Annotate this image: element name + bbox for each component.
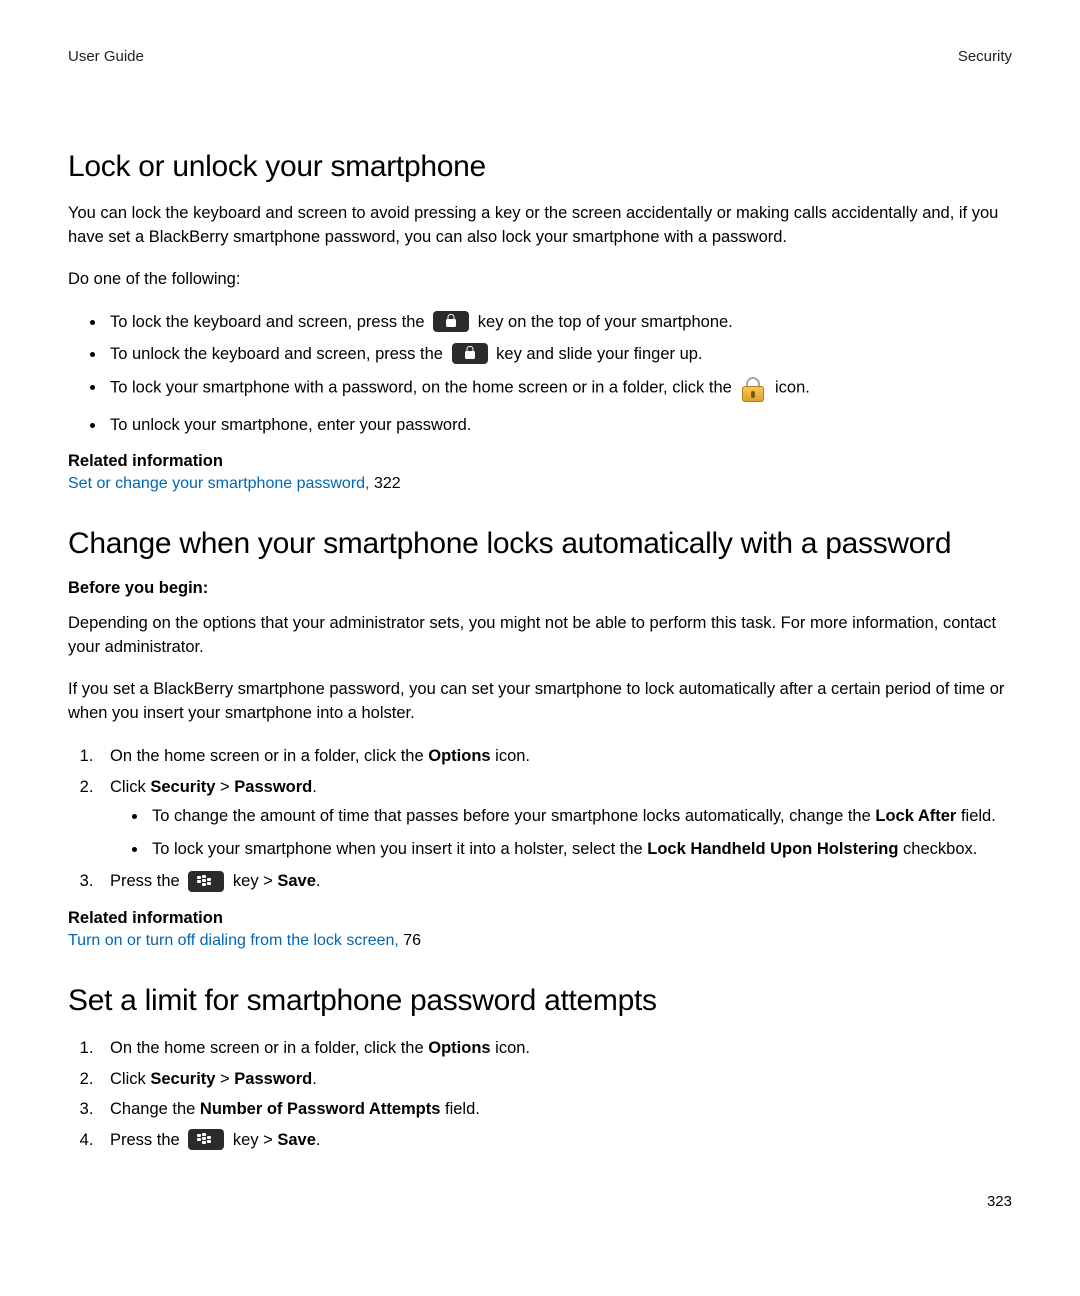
text: Change the [110, 1100, 200, 1118]
text: To lock the keyboard and screen, press t… [110, 313, 429, 331]
list-item: To lock your smartphone when you insert … [148, 837, 1012, 863]
text: checkbox. [898, 840, 977, 858]
page-number: 323 [68, 1193, 1012, 1210]
page: User Guide Security Lock or unlock your … [0, 0, 1080, 1250]
list-item: On the home screen or in a folder, click… [98, 744, 1012, 770]
blackberry-key-icon [188, 1129, 224, 1150]
page-header: User Guide Security [68, 48, 1012, 65]
list-item: To lock the keyboard and screen, press t… [106, 310, 1012, 336]
sub-list: To change the amount of time that passes… [110, 804, 1012, 862]
text: . [312, 778, 317, 796]
bold-text: Number of Password Attempts [200, 1100, 441, 1118]
text: On the home screen or in a folder, click… [110, 1039, 428, 1057]
header-right: Security [958, 48, 1012, 65]
text: key on the top of your smartphone. [478, 313, 733, 331]
heading-password-attempts: Set a limit for smartphone password atte… [68, 984, 1012, 1018]
intro-paragraph: You can lock the keyboard and screen to … [68, 202, 1012, 250]
bold-text: Security [150, 778, 215, 796]
heading-auto-lock: Change when your smartphone locks automa… [68, 527, 1012, 561]
bold-text: Lock After [875, 807, 956, 825]
list-item: Click Security > Password. [98, 1067, 1012, 1093]
text: icon. [775, 378, 810, 396]
related-page: 76 [399, 932, 421, 949]
bold-text: Options [428, 1039, 490, 1057]
related-line: Turn on or turn off dialing from the loc… [68, 932, 1012, 950]
related-label: Related information [68, 452, 1012, 471]
text: icon. [491, 1039, 530, 1057]
heading-lock-unlock: Lock or unlock your smartphone [68, 150, 1012, 184]
text: Press the [110, 872, 184, 890]
bold-text: Password [234, 778, 312, 796]
list-item: Press the key > Save. [98, 1128, 1012, 1154]
list-item: Change the Number of Password Attempts f… [98, 1097, 1012, 1123]
text: To lock your smartphone when you insert … [152, 840, 647, 858]
related-link[interactable]: Turn on or turn off dialing from the loc… [68, 932, 399, 949]
text: > [215, 778, 234, 796]
related-page: 322 [370, 475, 401, 492]
bold-text: Options [428, 747, 490, 765]
bold-text: Security [150, 1070, 215, 1088]
blackberry-key-icon [188, 871, 224, 892]
related-line: Set or change your smartphone password, … [68, 475, 1012, 493]
text: key and slide your finger up. [496, 345, 702, 363]
text: . [316, 872, 321, 890]
text: Press the [110, 1131, 184, 1149]
lock-unlock-list: To lock the keyboard and screen, press t… [68, 310, 1012, 439]
list-item: To unlock the keyboard and screen, press… [106, 342, 1012, 368]
list-item: To lock your smartphone with a password,… [106, 375, 1012, 401]
text: key > [233, 872, 277, 890]
bold-text: Lock Handheld Upon Holstering [647, 840, 898, 858]
bold-text: Save [277, 1131, 316, 1149]
related-info: Related information Turn on or turn off … [68, 909, 1012, 950]
list-item: Click Security > Password. To change the… [98, 775, 1012, 863]
text: To lock your smartphone with a password,… [110, 378, 736, 396]
text: . [312, 1070, 317, 1088]
auto-lock-steps: On the home screen or in a folder, click… [68, 744, 1012, 895]
list-item: Press the key > Save. [98, 869, 1012, 895]
text: Click [110, 778, 150, 796]
paragraph: If you set a BlackBerry smartphone passw… [68, 678, 1012, 726]
lock-key-icon [452, 343, 488, 364]
bold-text: Password [234, 1070, 312, 1088]
text: > [215, 1070, 234, 1088]
text: To unlock the keyboard and screen, press… [110, 345, 448, 363]
paragraph: Depending on the options that your admin… [68, 612, 1012, 660]
header-left: User Guide [68, 48, 144, 65]
lead-text: Do one of the following: [68, 268, 1012, 292]
padlock-icon [740, 377, 766, 403]
text: key > [233, 1131, 277, 1149]
related-info: Related information Set or change your s… [68, 452, 1012, 493]
text: field. [440, 1100, 479, 1118]
lock-key-icon [433, 311, 469, 332]
related-link[interactable]: Set or change your smartphone password, [68, 475, 370, 492]
text: To change the amount of time that passes… [152, 807, 875, 825]
text: Click [110, 1070, 150, 1088]
bold-text: Save [277, 872, 316, 890]
text: On the home screen or in a folder, click… [110, 747, 428, 765]
text: . [316, 1131, 321, 1149]
text: icon. [491, 747, 530, 765]
related-label: Related information [68, 909, 1012, 928]
before-you-begin-label: Before you begin: [68, 579, 1012, 598]
list-item: On the home screen or in a folder, click… [98, 1036, 1012, 1062]
list-item: To change the amount of time that passes… [148, 804, 1012, 830]
text: field. [956, 807, 995, 825]
list-item: To unlock your smartphone, enter your pa… [106, 413, 1012, 439]
password-attempts-steps: On the home screen or in a folder, click… [68, 1036, 1012, 1153]
